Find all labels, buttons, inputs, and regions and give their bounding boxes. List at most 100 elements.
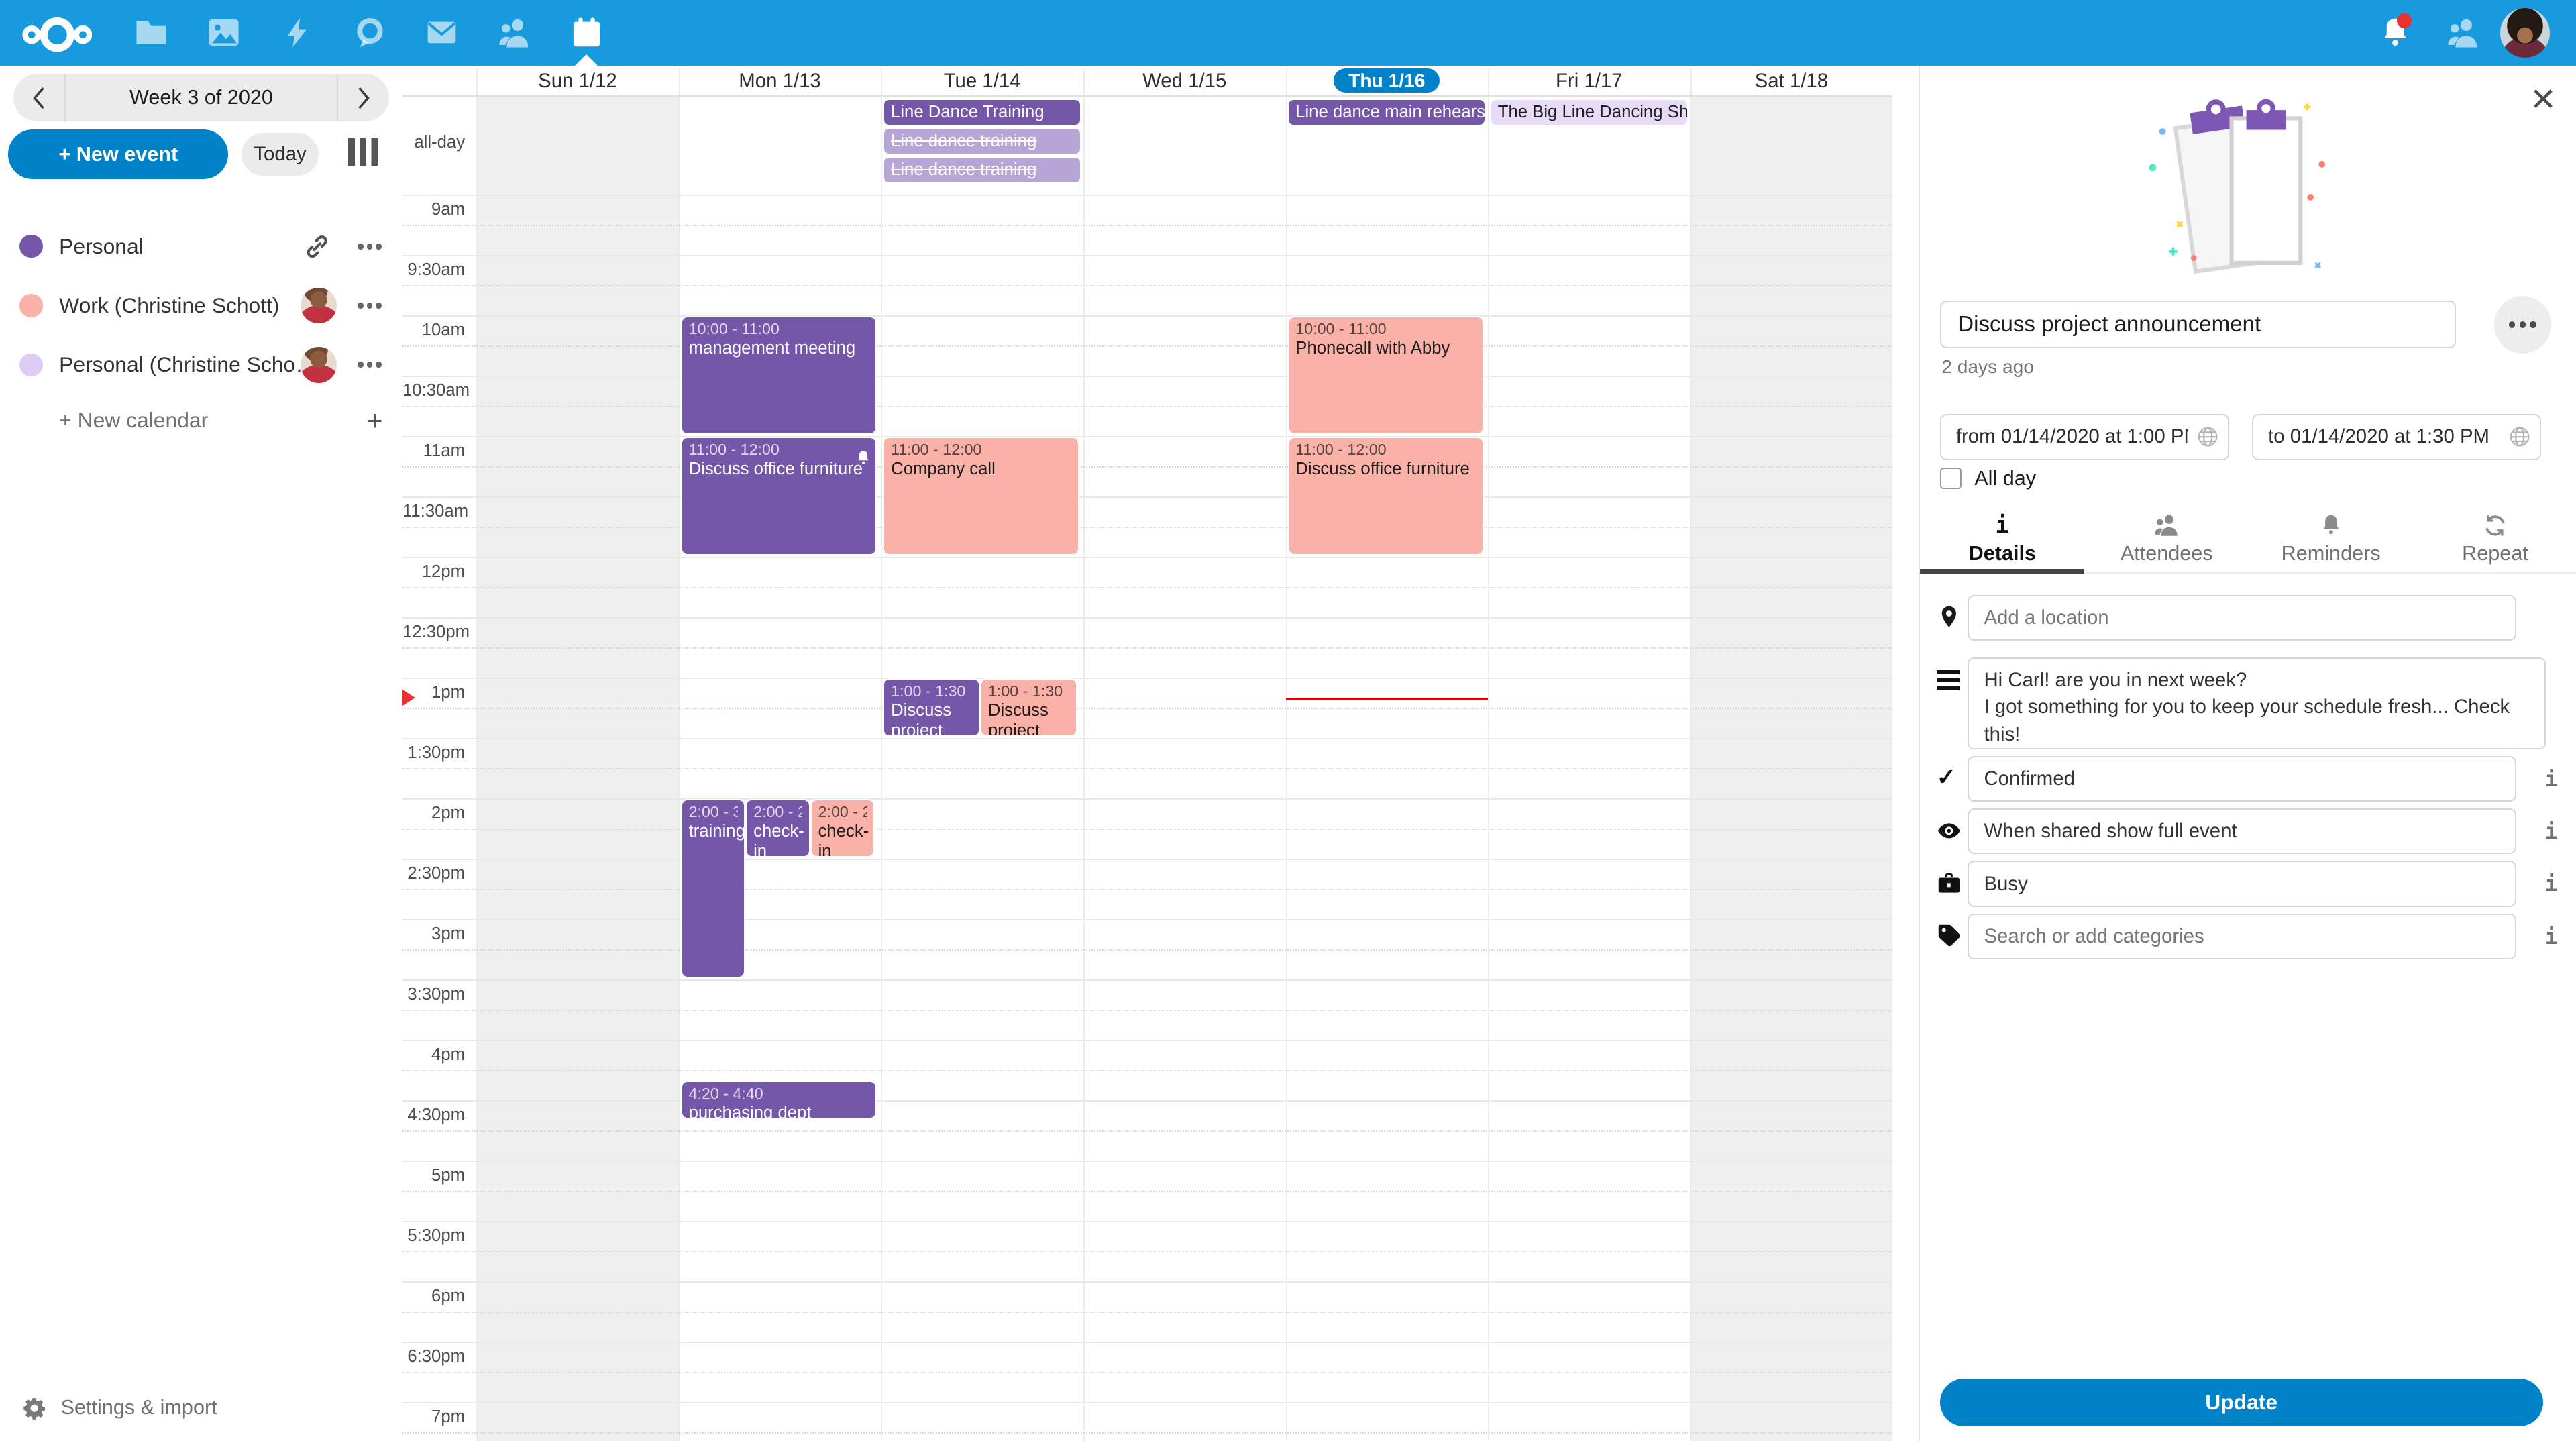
notifications-bell-icon[interactable] — [2379, 16, 2412, 49]
tab-details[interactable]: i Details — [1920, 506, 2084, 572]
user-avatar[interactable] — [2500, 8, 2549, 57]
tab-reminders[interactable]: Reminders — [2249, 506, 2413, 572]
photos-app-icon[interactable] — [207, 16, 240, 49]
event-title: Discuss project — [988, 701, 1069, 736]
event-time: 11:00 - 12:00 — [1295, 440, 1476, 460]
week-label[interactable]: Week 3 of 2020 — [66, 86, 337, 109]
tag-icon — [1937, 923, 1962, 948]
settings-import-button[interactable]: Settings & import — [0, 1385, 402, 1431]
nextcloud-logo-icon[interactable] — [19, 10, 95, 56]
column-separator — [1690, 69, 1692, 1441]
calendar-menu-icon[interactable] — [354, 292, 386, 319]
info-icon[interactable]: i — [2544, 872, 2557, 895]
hour-gridline — [402, 979, 1892, 981]
calendar-event[interactable]: 2:00 - 2:30check-in — [745, 799, 810, 857]
calendar-event[interactable]: 4:20 - 4:40purchasing dept — [681, 1081, 877, 1118]
calendar-menu-icon[interactable] — [354, 233, 386, 260]
tab-repeat[interactable]: Repeat — [2413, 506, 2576, 572]
event-title: management meeting — [689, 339, 869, 358]
categories-input[interactable] — [1968, 914, 2516, 960]
all-day-checkbox-label: All day — [1974, 467, 2036, 490]
calendar-list-item[interactable]: Personal (Christine Scho…) — [0, 335, 402, 394]
talk-app-icon[interactable] — [354, 16, 386, 49]
event-actions-menu-button[interactable] — [2494, 296, 2552, 354]
info-icon[interactable]: i — [2544, 925, 2557, 948]
calendar-event[interactable]: 11:00 - 12:00Discuss office furniture — [681, 437, 877, 555]
day-header[interactable]: Mon 1/13 — [679, 69, 881, 94]
all-day-event[interactable]: Line dance main rehearsal — [1289, 100, 1485, 125]
location-input[interactable] — [1968, 595, 2516, 641]
all-day-event[interactable]: Line dance training — [884, 158, 1080, 182]
contacts-app-icon[interactable] — [498, 16, 531, 49]
next-week-button[interactable] — [337, 74, 389, 121]
day-header[interactable]: Sun 1/12 — [476, 69, 679, 94]
status-select[interactable]: Confirmed — [1968, 756, 2516, 802]
all-day-event[interactable]: Line Dance Training — [884, 100, 1080, 125]
new-event-button[interactable]: + New event — [8, 129, 228, 178]
calendar-event[interactable]: 1:00 - 1:30Discuss project — [980, 678, 1077, 736]
all-day-checkbox-row: All day — [1940, 467, 2036, 490]
quarter-gridline — [402, 466, 1892, 468]
new-calendar-button[interactable]: + New calendar + — [0, 394, 402, 447]
bell-icon — [2320, 514, 2342, 537]
event-reminder-bell-icon — [856, 443, 871, 460]
availability-select[interactable]: Busy — [1968, 861, 2516, 907]
quarter-gridline — [402, 587, 1892, 588]
calendar-event[interactable]: 10:00 - 11:00management meeting — [681, 316, 877, 434]
previous-week-button[interactable] — [13, 74, 66, 121]
event-title: Phonecall with Abby — [1295, 339, 1476, 358]
view-mode-icon[interactable] — [348, 138, 378, 166]
quarter-gridline — [402, 406, 1892, 407]
activity-app-icon[interactable] — [281, 16, 314, 49]
info-icon[interactable]: i — [2544, 820, 2557, 843]
calendar-menu-icon[interactable] — [354, 352, 386, 378]
all-day-label: all-day — [402, 133, 465, 152]
time-axis-label: 6:30pm — [402, 1347, 465, 1367]
start-datetime-input[interactable] — [1940, 414, 2229, 460]
hour-gridline — [402, 1402, 1892, 1403]
day-header[interactable]: Wed 1/15 — [1083, 69, 1286, 94]
all-day-event[interactable]: The Big Line Dancing Show — [1491, 100, 1687, 125]
today-button[interactable]: Today — [241, 133, 319, 176]
calendar-event[interactable]: 11:00 - 12:00Discuss office furniture — [1288, 437, 1485, 555]
calendar-event[interactable]: 2:00 - 2:30check-in — [810, 799, 875, 857]
contacts-menu-icon[interactable] — [2447, 16, 2479, 49]
all-day-checkbox[interactable] — [1940, 468, 1962, 489]
calendar-event[interactable]: 2:00 - 3:30training — [681, 799, 746, 977]
update-button[interactable]: Update — [1940, 1379, 2543, 1426]
close-icon[interactable] — [2528, 84, 2558, 113]
share-link-icon[interactable] — [304, 233, 330, 260]
event-title-input[interactable] — [1940, 301, 2456, 348]
column-separator — [476, 69, 478, 1441]
tab-label: Reminders — [2249, 542, 2413, 566]
time-axis-label: 2pm — [402, 804, 465, 823]
visibility-select[interactable]: When shared show full event — [1968, 808, 2516, 855]
day-header[interactable]: Sat 1/18 — [1690, 69, 1893, 94]
quarter-gridline — [402, 345, 1892, 347]
info-icon[interactable]: i — [2544, 767, 2557, 790]
description-textarea[interactable]: Hi Carl! are you in next week? I got som… — [1968, 657, 2546, 749]
time-axis-label: 1:30pm — [402, 743, 465, 763]
day-header-label: Tue 1/14 — [944, 70, 1021, 92]
calendar-app-icon[interactable] — [570, 16, 603, 49]
quarter-gridline — [402, 1130, 1892, 1132]
time-axis-label: 3pm — [402, 924, 465, 944]
day-header[interactable]: Tue 1/14 — [881, 69, 1083, 94]
calendar-list-item[interactable]: Personal — [0, 217, 402, 276]
day-header[interactable]: Fri 1/17 — [1488, 69, 1690, 94]
all-day-event[interactable]: Line dance training — [884, 129, 1080, 154]
hour-gridline — [402, 859, 1892, 860]
briefcase-icon — [1937, 871, 1962, 896]
calendar-event[interactable]: 10:00 - 11:00Phonecall with Abby — [1288, 316, 1485, 434]
day-header[interactable]: Thu 1/16 — [1286, 69, 1489, 94]
calendar-event[interactable]: 1:00 - 1:30Discuss project announcement — [883, 678, 980, 736]
mail-app-icon[interactable] — [425, 16, 458, 49]
event-illustration — [2100, 99, 2396, 282]
files-app-icon[interactable] — [135, 16, 168, 49]
time-axis-label: 12:30pm — [402, 623, 465, 642]
end-datetime-input[interactable] — [2252, 414, 2541, 460]
calendar-list-item[interactable]: Work (Christine Schott) — [0, 276, 402, 335]
calendar-event[interactable]: 11:00 - 12:00Company call — [883, 437, 1079, 555]
tab-attendees[interactable]: Attendees — [2084, 506, 2249, 572]
quarter-gridline — [402, 285, 1892, 286]
